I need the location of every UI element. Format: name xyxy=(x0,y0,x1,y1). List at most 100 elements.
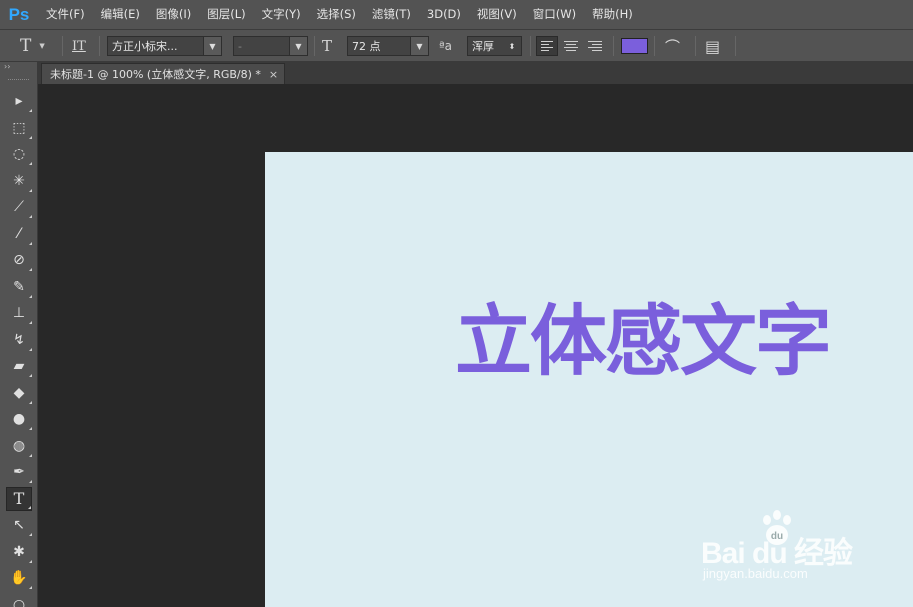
menu-help[interactable]: 帮助(H) xyxy=(584,0,641,29)
separator xyxy=(695,36,696,56)
align-left-button[interactable] xyxy=(536,34,558,58)
canvas-text-layer[interactable]: 立体感文字 xyxy=(455,304,832,381)
zoom-tool-button[interactable]: ○ xyxy=(6,593,32,607)
menu-image[interactable]: 图像(I) xyxy=(148,0,199,29)
document-tab[interactable]: 未标题-1 @ 100% (立体感文字, RGB/8) * × xyxy=(41,63,286,84)
updown-icon: ⬍ xyxy=(503,37,521,55)
antialias-icon-wrap: ªa xyxy=(439,34,452,58)
brush-tool-icon: ✎ xyxy=(13,278,25,295)
warp-text-icon: ⌒ xyxy=(665,37,681,56)
align-center-button[interactable] xyxy=(560,34,582,58)
font-size-select[interactable]: 72 点 ▼ xyxy=(347,34,429,58)
separator xyxy=(314,36,315,56)
menu-file[interactable]: 文件(F) xyxy=(38,0,93,29)
brush-tool-button[interactable]: ✎ xyxy=(6,275,32,299)
toolbox-grip[interactable] xyxy=(8,72,29,80)
menu-3d[interactable]: 3D(D) xyxy=(419,0,469,29)
tool-group-indicator xyxy=(29,135,32,139)
move-tool-button[interactable]: ▸ xyxy=(6,89,32,113)
dodge-tool-icon: ◍ xyxy=(12,437,26,454)
warp-text-button[interactable]: ⌒ xyxy=(665,34,680,58)
blur-tool-icon: ● xyxy=(12,411,26,427)
menu-window[interactable]: 窗口(W) xyxy=(525,0,584,29)
eyedropper-tool-button[interactable]: ⁄ xyxy=(6,222,32,246)
menu-select[interactable]: 选择(S) xyxy=(309,0,364,29)
hand-tool-button[interactable]: ✋ xyxy=(6,566,32,590)
tool-group-indicator xyxy=(29,241,32,245)
dodge-tool-button[interactable]: ◍ xyxy=(6,434,32,458)
antialias-select[interactable]: 浑厚 ⬍ xyxy=(467,34,522,58)
marquee-tool-button[interactable]: ⬚ xyxy=(6,116,32,140)
close-icon[interactable]: × xyxy=(269,68,278,81)
antialias-icon: ªa xyxy=(439,39,453,53)
tool-group-indicator xyxy=(29,294,32,298)
tool-group-indicator xyxy=(29,453,32,457)
eyedropper-tool-icon: ⁄ xyxy=(17,225,21,242)
toolbox-collapse-button[interactable]: ›› xyxy=(0,62,37,72)
menu-layer[interactable]: 图层(L) xyxy=(199,0,253,29)
path-selection-tool-button[interactable]: ↖ xyxy=(6,513,32,537)
baidu-watermark: du Bai du 经验 jingyan.baidu.com xyxy=(697,508,877,588)
menu-type[interactable]: 文字(Y) xyxy=(254,0,309,29)
tool-group-indicator xyxy=(29,162,32,165)
menu-filter[interactable]: 滤镜(T) xyxy=(364,0,419,29)
font-family-select[interactable]: 方正小标宋... ▼ xyxy=(107,34,222,58)
blur-tool-button[interactable]: ● xyxy=(6,407,32,431)
marquee-tool-icon: ⬚ xyxy=(12,119,26,136)
tool-preset-picker[interactable]: T ▼ xyxy=(20,34,45,58)
tool-group-indicator xyxy=(29,268,32,271)
type-tool-preset-icon: T xyxy=(20,36,32,56)
font-size-icon-wrap: T xyxy=(322,34,332,58)
path-selection-tool-icon: ↖ xyxy=(13,517,25,533)
chevron-down-icon: ▼ xyxy=(410,37,428,55)
move-tool-icon: ▸ xyxy=(15,93,23,109)
history-brush-tool-button[interactable]: ↯ xyxy=(6,328,32,352)
tool-group-indicator xyxy=(29,109,32,112)
menu-view[interactable]: 视图(V) xyxy=(469,0,525,29)
separator xyxy=(613,36,614,56)
zoom-tool-icon: ○ xyxy=(12,596,26,607)
type-tool-icon: T xyxy=(13,489,25,508)
chevron-down-icon: ▼ xyxy=(203,37,221,55)
menu-edit[interactable]: 编辑(E) xyxy=(93,0,148,29)
font-style-select[interactable]: - ▼ xyxy=(233,34,308,58)
tool-group-indicator xyxy=(29,347,32,351)
character-panel-button[interactable]: ▤ xyxy=(705,34,720,58)
crop-tool-button[interactable]: ⟋ xyxy=(6,195,32,219)
clone-stamp-tool-button[interactable]: ⊥ xyxy=(6,301,32,325)
color-swatch xyxy=(621,38,648,54)
chevron-down-icon: ▼ xyxy=(289,37,307,55)
tool-group-indicator xyxy=(29,400,32,404)
lasso-tool-button[interactable]: ◌ xyxy=(6,142,32,166)
text-color-swatch[interactable] xyxy=(621,34,648,58)
magic-wand-tool-icon: ✳ xyxy=(13,172,25,189)
lasso-tool-icon: ◌ xyxy=(12,146,26,162)
watermark-url: jingyan.baidu.com xyxy=(703,566,808,581)
font-size-icon: T xyxy=(322,37,333,55)
tool-group-indicator xyxy=(29,427,32,430)
crop-tool-icon: ⟋ xyxy=(14,199,24,215)
text-orientation-button[interactable]: IT xyxy=(72,34,86,58)
align-right-button[interactable] xyxy=(584,34,606,58)
character-panel-icon: ▤ xyxy=(705,36,721,56)
eraser-tool-button[interactable]: ▰ xyxy=(6,354,32,378)
photoshop-logo: Ps xyxy=(8,4,30,24)
separator xyxy=(62,36,63,56)
separator xyxy=(654,36,655,56)
text-orientation-icon: IT xyxy=(72,38,86,54)
paint-bucket-tool-button[interactable]: ◆ xyxy=(6,381,32,405)
document-tab-bar: 未标题-1 @ 100% (立体感文字, RGB/8) * × xyxy=(38,62,913,84)
pen-tool-button[interactable]: ✒ xyxy=(6,460,32,484)
type-tool-button[interactable]: T xyxy=(6,486,32,511)
tool-group-indicator xyxy=(29,533,32,536)
tool-group-indicator xyxy=(29,215,32,218)
magic-wand-tool-button[interactable]: ✳ xyxy=(6,169,32,193)
pen-tool-icon: ✒ xyxy=(13,464,25,480)
tool-group-indicator xyxy=(29,559,32,563)
healing-brush-tool-button[interactable]: ⊘ xyxy=(6,248,32,272)
font-style-value: - xyxy=(238,39,242,53)
font-family-value: 方正小标宋... xyxy=(112,40,178,53)
photoshop-window: Ps 文件(F) 编辑(E) 图像(I) 图层(L) 文字(Y) 选择(S) 滤… xyxy=(0,0,913,607)
custom-shape-tool-button[interactable]: ✱ xyxy=(6,540,32,564)
separator xyxy=(99,36,100,56)
